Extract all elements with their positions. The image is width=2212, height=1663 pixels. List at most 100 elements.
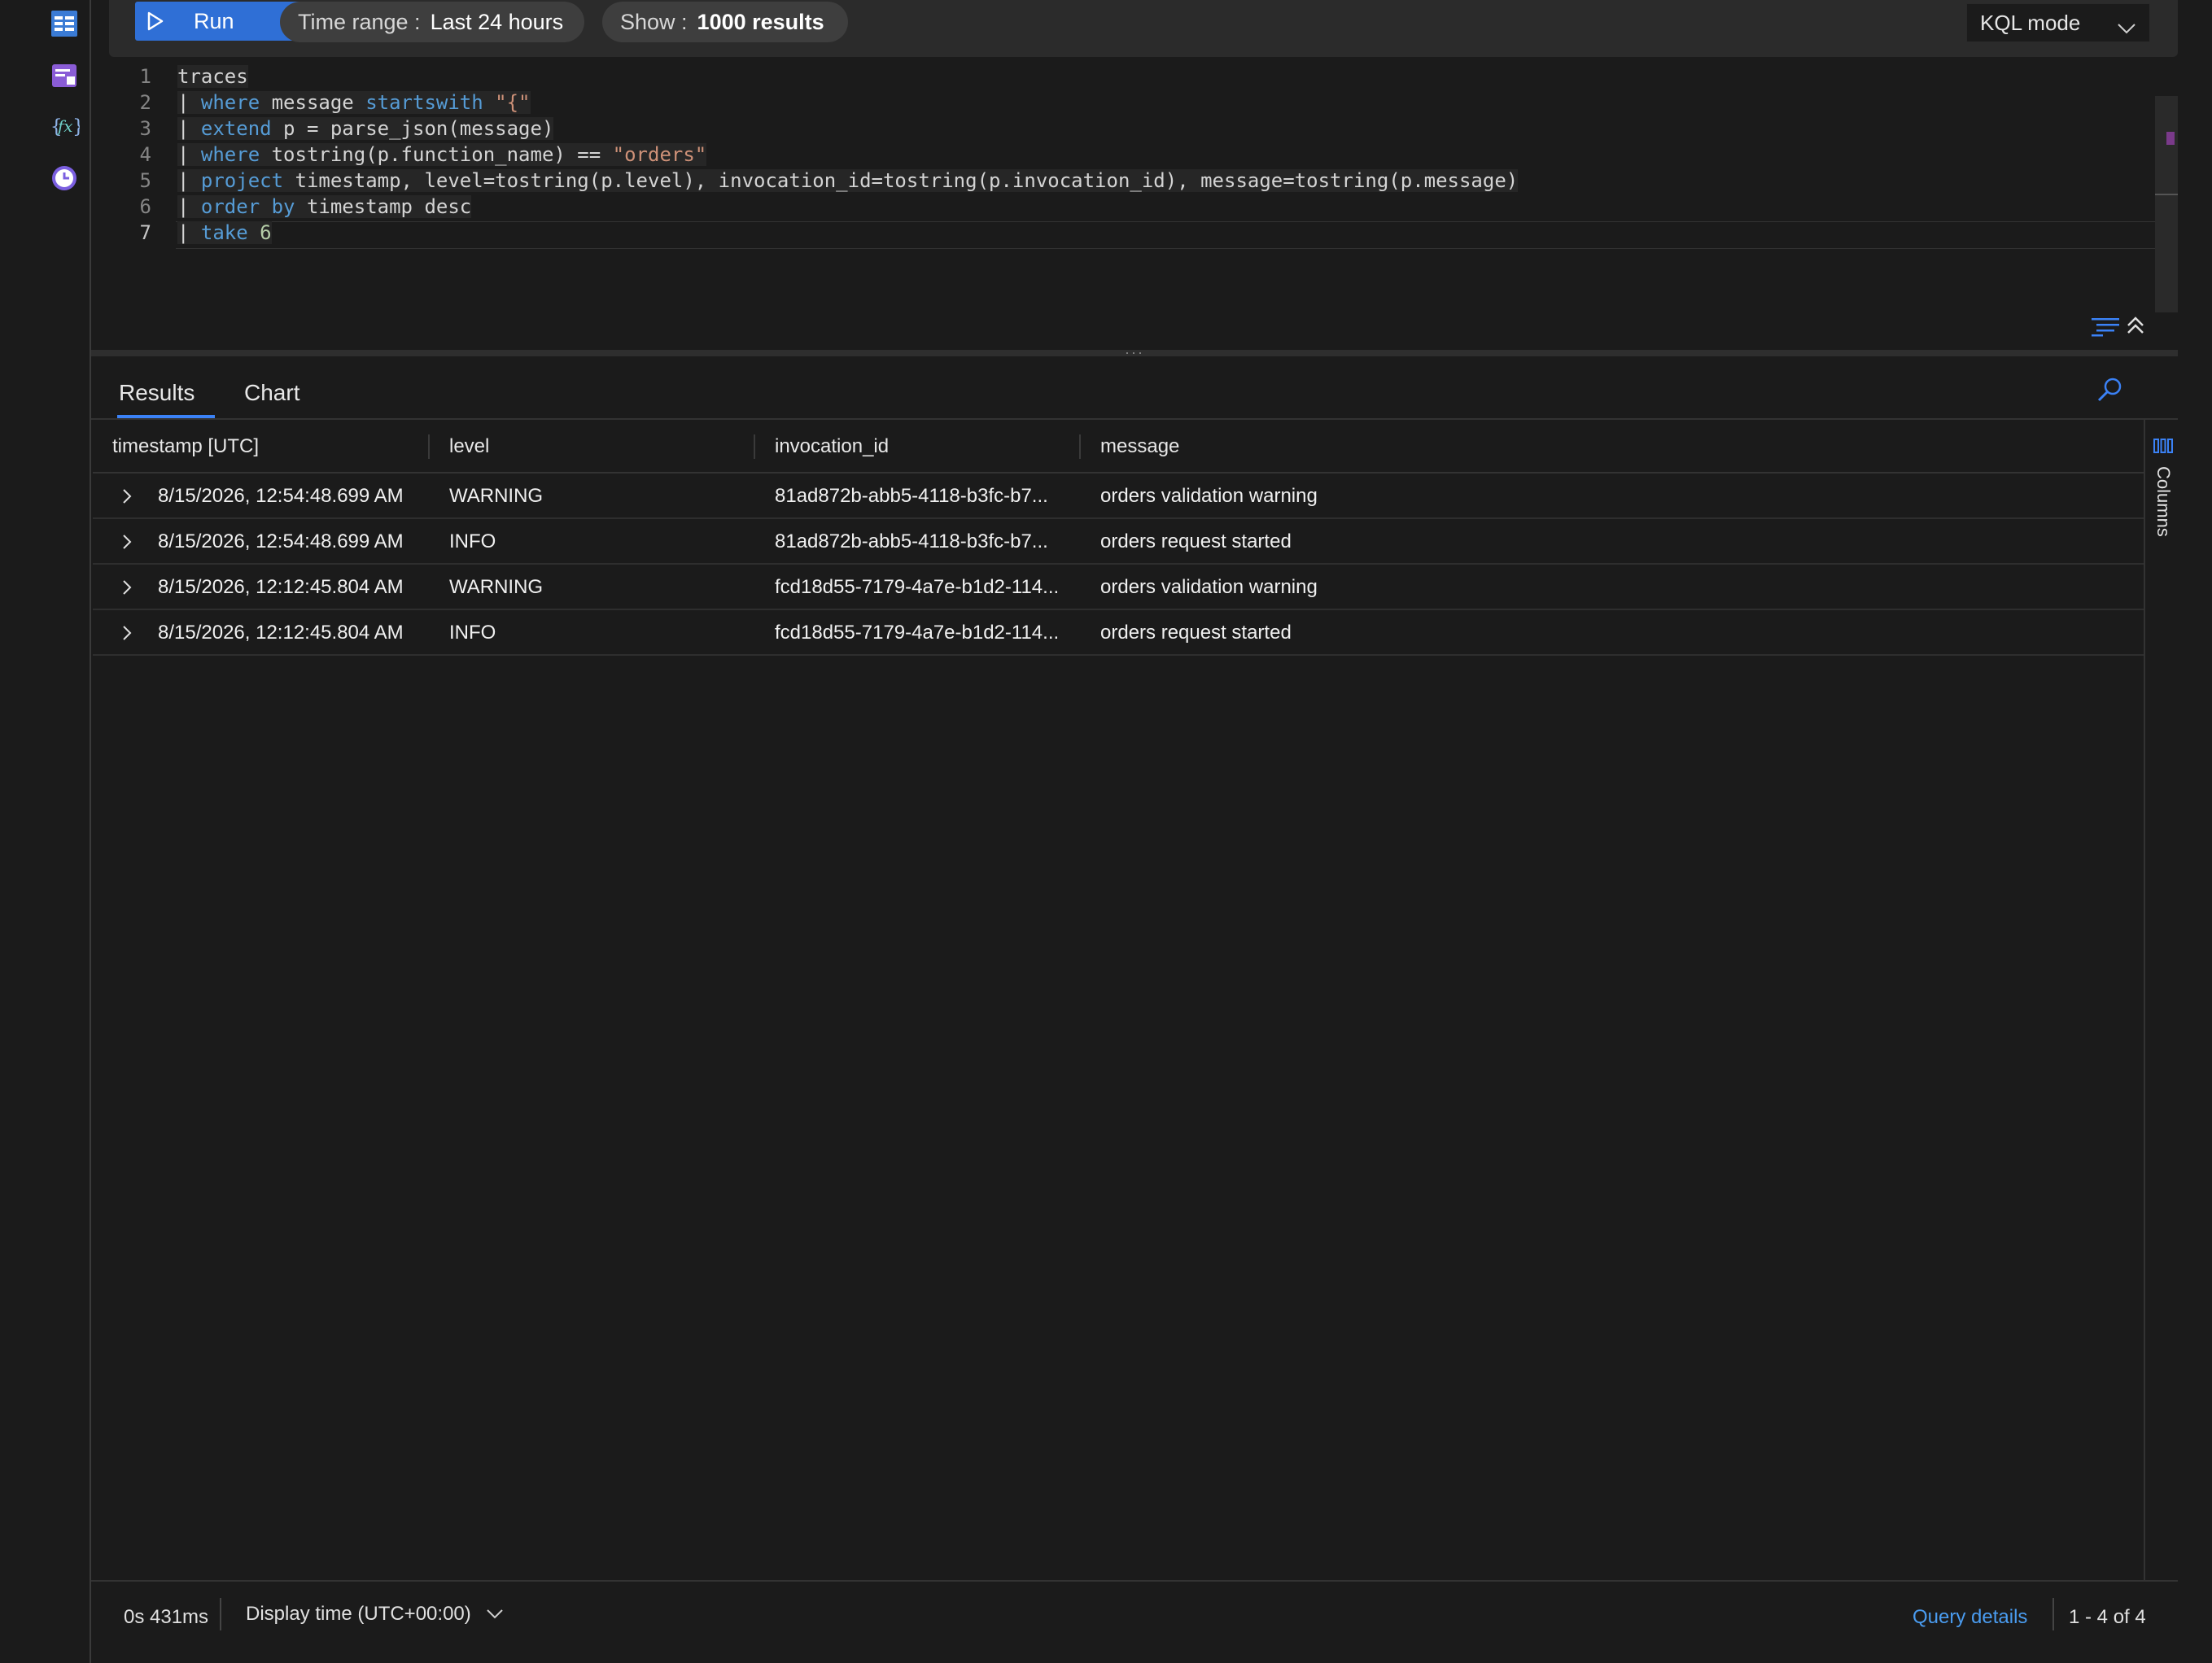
cell-level: WARNING <box>449 576 544 598</box>
cell-level: INFO <box>449 530 496 552</box>
results-table: timestamp [UTC] level invocation_id mess… <box>93 420 2144 656</box>
column-resize-handle[interactable] <box>1079 434 1081 459</box>
table-row[interactable]: 8/15/2026, 12:54:48.699 AM WARNING 81ad8… <box>93 474 2144 519</box>
column-resize-handle[interactable] <box>754 434 755 459</box>
cell-invocation-id: 81ad872b-abb5-4118-b3fc-b7... <box>775 530 1048 552</box>
column-header-level[interactable]: level <box>449 420 489 474</box>
tables-icon[interactable] <box>49 8 80 39</box>
chevron-right-icon[interactable] <box>116 622 138 644</box>
code-text: traces <box>177 65 248 88</box>
code-line[interactable]: 6 | order by timestamp desc <box>109 194 2160 220</box>
display-time-select[interactable]: Display time (UTC+00:00) <box>246 1603 504 1626</box>
code-token: where <box>200 91 260 114</box>
query-mode-select[interactable]: KQL mode <box>1966 3 2150 42</box>
code-token: "{" <box>495 91 531 114</box>
cell-message: orders validation warning <box>1100 576 1318 598</box>
code-text: | where message startswith "{" <box>177 91 531 114</box>
code-text: | extend p = parse_json(message) <box>177 117 554 140</box>
left-rail: {fx} <box>0 0 91 1663</box>
cell-invocation-id: fcd18d55-7179-4a7e-b1d2-114... <box>775 576 1060 598</box>
code-token: tostring(p.function_name) == <box>260 143 613 166</box>
code-text: | where tostring(p.function_name) == "or… <box>177 143 707 166</box>
query-details-link[interactable]: Query details <box>1913 1606 2027 1629</box>
time-range-picker[interactable]: Time range : Last 24 hours <box>280 2 584 42</box>
code-token: | <box>177 143 201 166</box>
svg-text:}: } <box>72 115 80 137</box>
column-header-invocation-id[interactable]: invocation_id <box>775 420 889 474</box>
query-editor[interactable]: 1 traces 2 | where message startswith "{" 3 |… <box>109 65 2178 346</box>
line-number: 4 <box>139 143 151 166</box>
editor-tools <box>2090 314 2145 342</box>
collapse-editor-icon[interactable] <box>2126 315 2145 341</box>
cell-message: orders request started <box>1100 622 1292 644</box>
column-header-message[interactable]: message <box>1100 420 1179 474</box>
line-number: 7 <box>139 221 151 244</box>
editor-scrollbar[interactable] <box>2155 96 2178 312</box>
code-line[interactable]: 2 | where message startswith "{" <box>109 89 2160 116</box>
code-line[interactable]: 7 | take 6 <box>109 220 2160 246</box>
code-token: | <box>177 91 201 114</box>
columns-side-panel: Columns <box>2144 420 2178 1580</box>
code-token: | <box>177 169 201 192</box>
cell-timestamp: 8/15/2026, 12:12:45.804 AM <box>158 622 404 644</box>
code-token: take <box>200 221 248 244</box>
code-line[interactable]: 3 | extend p = parse_json(message) <box>109 116 2160 142</box>
column-resize-handle[interactable] <box>428 434 430 459</box>
cell-level: INFO <box>449 622 496 644</box>
columns-label: Columns <box>2153 466 2174 537</box>
result-count: 1 - 4 of 4 <box>2069 1606 2146 1628</box>
search-icon[interactable] <box>2093 373 2127 407</box>
query-toolbar: Run Time range : Last 24 hours Show : 10… <box>109 0 2178 57</box>
functions-icon[interactable]: {fx} <box>49 111 80 142</box>
columns-button[interactable]: Columns <box>2152 438 2175 537</box>
tab-results[interactable]: Results <box>109 368 215 418</box>
cell-message: orders request started <box>1100 530 1292 552</box>
splitter-grip-icon[interactable]: ··· <box>1125 345 1144 360</box>
query-mode-value: KQL mode <box>1980 10 2081 35</box>
cell-invocation-id: 81ad872b-abb5-4118-b3fc-b7... <box>775 485 1048 507</box>
chevron-right-icon[interactable] <box>116 576 138 599</box>
format-query-icon[interactable] <box>2090 314 2121 342</box>
history-icon[interactable] <box>49 163 80 194</box>
table-row[interactable]: 8/15/2026, 12:12:45.804 AM INFO fcd18d55… <box>93 610 2144 656</box>
tab-chart[interactable]: Chart <box>234 368 309 418</box>
code-token: order by <box>200 195 295 218</box>
queries-icon[interactable] <box>49 60 80 91</box>
cell-timestamp: 8/15/2026, 12:12:45.804 AM <box>158 576 404 598</box>
code-line[interactable]: 4 | where tostring(p.function_name) == "o… <box>109 142 2160 168</box>
run-label: Run <box>194 8 234 33</box>
code-line[interactable]: 1 traces <box>109 63 2160 89</box>
table-row[interactable]: 8/15/2026, 12:12:45.804 AM WARNING fcd18… <box>93 565 2144 610</box>
code-token: message <box>260 91 366 114</box>
chevron-right-icon[interactable] <box>116 485 138 508</box>
status-bar: 0s 431ms Display time (UTC+00:00) Query … <box>91 1580 2178 1650</box>
chevron-right-icon[interactable] <box>116 530 138 553</box>
line-number: 3 <box>139 117 151 140</box>
table-row[interactable]: 8/15/2026, 12:54:48.699 AM INFO 81ad872b… <box>93 519 2144 565</box>
column-header-timestamp[interactable]: timestamp [UTC] <box>112 420 259 474</box>
code-line[interactable]: 5 | project timestamp, level=tostring(p.l… <box>109 168 2160 194</box>
cell-timestamp: 8/15/2026, 12:54:48.699 AM <box>158 485 404 507</box>
code-token: startswith <box>365 91 483 114</box>
code-token: timestamp desc <box>295 195 472 218</box>
result-limit-picker[interactable]: Show : 1000 results <box>602 2 848 42</box>
cell-message: orders validation warning <box>1100 485 1318 507</box>
code-token: 6 <box>260 221 272 244</box>
code-text: | take 6 <box>177 221 272 244</box>
svg-text:fx: fx <box>56 117 73 136</box>
code-token: where <box>200 143 260 166</box>
display-time-label: Display time (UTC+00:00) <box>246 1603 471 1625</box>
results-tabs: Results Chart <box>109 368 329 418</box>
tab-results-label: Results <box>119 380 195 405</box>
cell-timestamp: 8/15/2026, 12:54:48.699 AM <box>158 530 404 552</box>
chevron-down-icon <box>2117 15 2136 41</box>
time-range-label: Time range : <box>298 9 421 34</box>
code-token: extend <box>200 117 272 140</box>
query-elapsed-time: 0s 431ms <box>124 1606 209 1628</box>
columns-icon <box>2153 438 2173 458</box>
code-text: | project timestamp, level=tostring(p.le… <box>177 169 1519 192</box>
code-token: | <box>177 221 201 244</box>
play-icon <box>146 11 164 31</box>
